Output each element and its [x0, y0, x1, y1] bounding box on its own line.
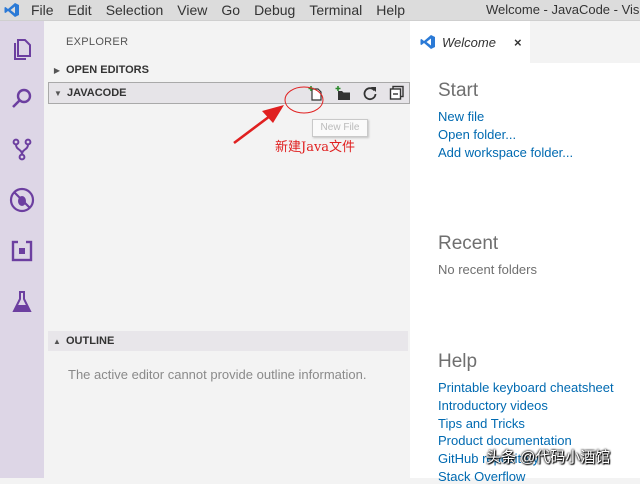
open-folder-link[interactable]: Open folder... — [438, 127, 516, 142]
editor-area: Welcome × Start New file Open folder... … — [410, 21, 640, 484]
annotation-arrow — [233, 105, 284, 145]
vscode-tab-icon — [420, 34, 436, 50]
help-link-cheatsheet[interactable]: Printable keyboard cheatsheet — [438, 380, 614, 395]
new-file-link[interactable]: New file — [438, 109, 484, 124]
help-link-videos[interactable]: Introductory videos — [438, 398, 548, 413]
recent-heading: Recent — [438, 233, 499, 254]
no-recent-text: No recent folders — [438, 262, 537, 277]
tab-label: Welcome — [442, 34, 496, 50]
annotation-circle — [284, 86, 324, 114]
tab-bar: Welcome × — [410, 21, 640, 63]
watermark-text: 头条 @代码小酒馆 — [486, 449, 611, 466]
add-workspace-folder-link[interactable]: Add workspace folder... — [438, 145, 573, 160]
close-icon[interactable]: × — [514, 35, 522, 50]
start-heading: Start — [438, 80, 479, 101]
help-link-stackoverflow[interactable]: Stack Overflow — [438, 469, 525, 484]
tab-welcome[interactable]: Welcome × — [410, 21, 530, 63]
help-heading: Help — [438, 351, 478, 372]
help-link-tips[interactable]: Tips and Tricks — [438, 416, 525, 431]
